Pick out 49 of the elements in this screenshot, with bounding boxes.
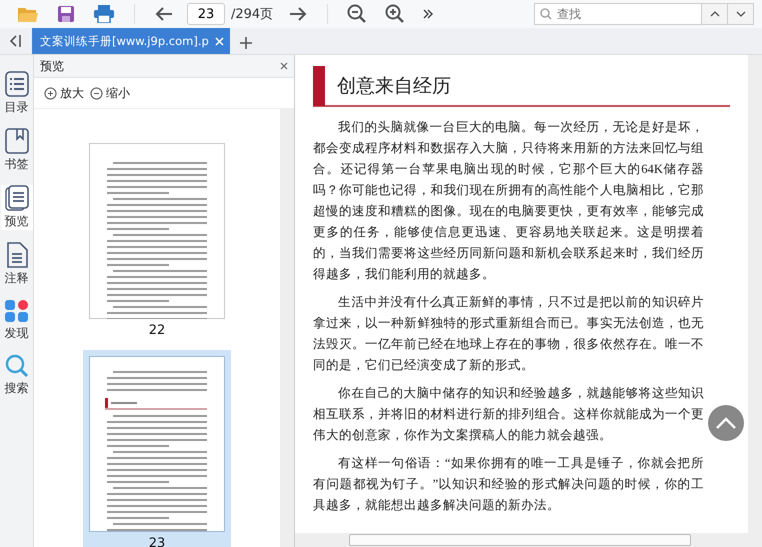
document-tab[interactable]: 文案训练手册[www.j9p.com].p — [32, 28, 230, 54]
close-icon[interactable] — [214, 36, 224, 46]
page-number: 23 — [148, 536, 166, 547]
search-icon — [540, 8, 552, 20]
page-thumbnail-item[interactable]: 23 — [83, 350, 231, 547]
apps-icon — [4, 299, 28, 323]
back-arrow-icon[interactable] — [154, 6, 174, 22]
heading-bar — [313, 66, 325, 106]
caret-down-icon — [736, 11, 746, 17]
paragraph: 生活中并没有什么真正新鲜的事情，只不过是把以前的知识碎片拿过来，以一种新鲜独特的形式重新组合而已。事实无法创造，也无法毁灭。一亿年前已经在地球上存在的事物，很多依然存在。唯一不同的是，它们已经演变成了新的形式。 — [313, 294, 704, 374]
scrollbar[interactable] — [280, 109, 294, 547]
forward-arrow-icon[interactable] — [288, 6, 308, 22]
document-icon — [6, 242, 28, 268]
sidebar-item[interactable]: 发现 — [0, 299, 32, 342]
next-result-button[interactable] — [728, 3, 754, 25]
save-icon[interactable] — [57, 5, 75, 23]
list-icon — [4, 71, 28, 97]
page-number: 22 — [148, 323, 166, 338]
page-number-field[interactable]: 23 — [187, 3, 225, 25]
zoom-in-icon[interactable] — [385, 4, 406, 24]
chevron-up-icon — [715, 417, 737, 429]
print-icon[interactable] — [93, 5, 115, 23]
zoom-out-icon[interactable] — [347, 4, 368, 24]
sidebar-item[interactable]: 目录 — [0, 71, 32, 116]
paragraph: 我们的头脑就像一台巨大的电脑。每一次经历，无论是好是坏，都会变成程序材料和数据存入大脑，只待将来用新的方法来回忆与组合。还记得第一台苹果电脑出现的时候，它那个巨大的64K储存器吗？你可能也记得，和我们现在所拥有的高性能个人电脑相比，它那超慢的速度和糟糕的图像。现在的电脑要更快，更有效率，能够完成更多的任务，能够使信息更迅速、更容易地关联起来。这是明摆着的，当我们需要将这些经历同新问题和新机会联系起来时，我们经历得越多，我们能利用的就越多。 — [313, 119, 704, 283]
search-field[interactable]: 查找 — [534, 3, 702, 25]
previous-result-button[interactable] — [702, 3, 728, 25]
zoom-out-icon — [90, 86, 103, 100]
more-icon[interactable] — [423, 9, 434, 19]
sidebar-item[interactable]: 注释 — [0, 242, 32, 287]
search-icon — [4, 354, 28, 378]
sidebar-item[interactable]: 书签 — [0, 128, 32, 173]
book-icon — [4, 128, 28, 154]
panel-title: 预览 — [40, 58, 64, 74]
document-heading: 创意来自经历 — [337, 75, 451, 99]
zoom-in-button[interactable]: 放大 — [44, 84, 84, 102]
caret-up-icon — [710, 11, 720, 17]
page-thumbnail-item[interactable]: 22 — [83, 137, 231, 340]
sidebar-item[interactable]: 搜索 — [0, 354, 32, 397]
scrollbar[interactable] — [748, 55, 762, 533]
paragraph: 有这样一句俗语：“如果你拥有的唯一工具是锤子，你就会把所有问题都视为钉子。”以知识和经验的形式解决问题的时候，你的工具越多，就能想出越多解决问题的新办法。 — [313, 455, 704, 514]
scroll-to-top-button[interactable] — [708, 405, 744, 441]
scrollbar-thumb[interactable] — [349, 534, 691, 546]
page-total: /294页 — [231, 6, 274, 23]
pages-icon — [4, 185, 28, 211]
zoom-out-button[interactable]: 缩小 — [90, 84, 130, 102]
zoom-in-icon — [44, 86, 57, 100]
paragraph: 你在自己的大脑中储存的知识和经验越多，就越能够将这些知识相互联系，并将旧的材料进行新的排列组合。这样你就能成为一个更伟大的创意家，你作为文案撰稿人的能力就会越强。 — [313, 385, 704, 444]
sidebar-item[interactable]: 预览 — [0, 185, 32, 230]
